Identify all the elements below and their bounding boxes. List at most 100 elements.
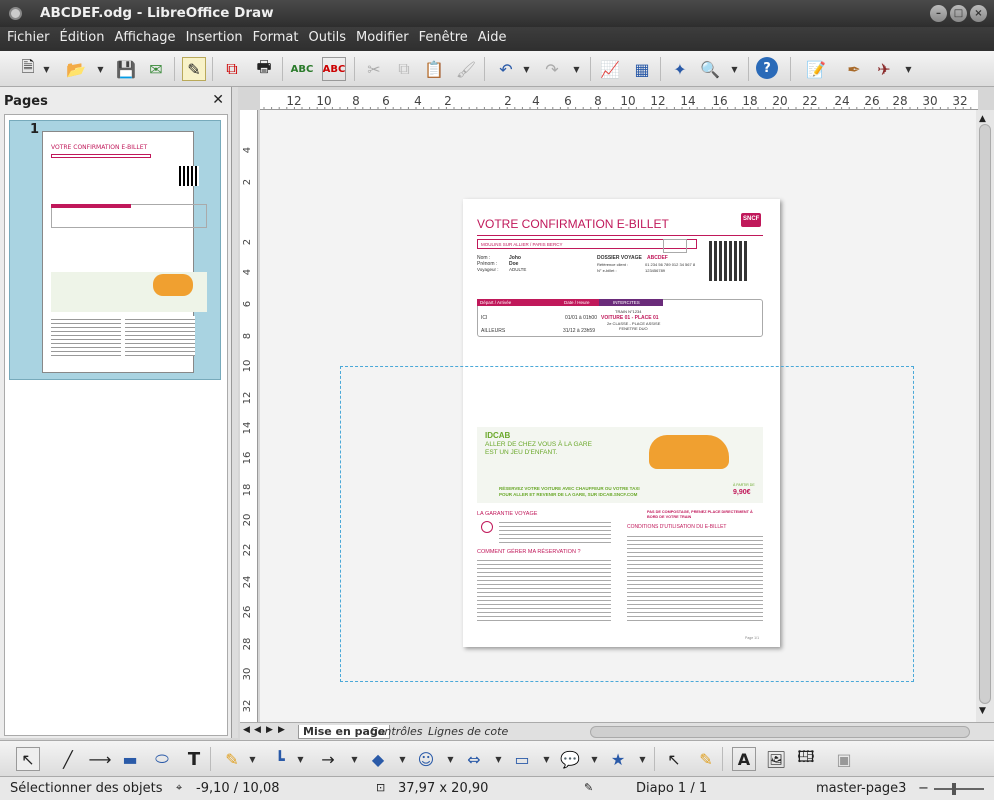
tab-last-icon[interactable]: ▶ — [278, 725, 285, 735]
block-arrows-icon[interactable]: ⇔ — [462, 747, 486, 771]
new-dropdown-icon[interactable]: ▼ — [42, 57, 51, 81]
line-tool-icon[interactable]: ╱ — [56, 747, 80, 771]
pages-list: 1 VOTRE CONFIRMATION E-BILLET — [4, 114, 228, 736]
gallery-icon[interactable]: 🖽 — [794, 747, 818, 771]
menu-fenetre[interactable]: Fenêtre — [414, 27, 473, 51]
zoom-slider[interactable] — [934, 788, 984, 790]
extrusion-toggle-icon[interactable]: ▣ — [832, 747, 856, 771]
save-icon[interactable]: 💾 — [114, 57, 138, 81]
rectangle-icon[interactable]: ▬ — [118, 747, 142, 771]
redo-icon[interactable]: ↷ — [540, 57, 564, 81]
gluepoints-icon[interactable]: ✎ — [694, 747, 718, 771]
export-pdf-icon[interactable]: ⧉ — [220, 57, 244, 81]
undo-icon[interactable]: ↶ — [494, 57, 518, 81]
zoom-out-icon[interactable]: − — [918, 781, 929, 796]
drawing-canvas[interactable]: VOTRE CONFIRMATION E-BILLET SNCF MOULINS… — [260, 110, 976, 722]
callout-icon[interactable]: 💬 — [558, 747, 582, 771]
from-file-icon[interactable]: 🖼 — [764, 747, 788, 771]
scroll-up-icon[interactable]: ▲ — [979, 114, 986, 124]
more-tools-dropdown-icon[interactable]: ▼ — [904, 57, 913, 81]
points-icon[interactable]: ↖ — [662, 747, 686, 771]
text-tool-icon[interactable]: T — [182, 747, 206, 771]
zoom-icon[interactable]: 🔍 — [698, 57, 722, 81]
vertical-scroll-thumb[interactable] — [979, 124, 991, 704]
export-icon[interactable]: ✉ — [144, 57, 168, 81]
menu-outils[interactable]: Outils — [303, 27, 351, 51]
cut-icon[interactable]: ✂ — [362, 57, 386, 81]
callout-dropdown-icon[interactable]: ▼ — [590, 747, 599, 771]
menu-format[interactable]: Format — [248, 27, 304, 51]
menu-modifier[interactable]: Modifier — [351, 27, 414, 51]
open-folder-icon[interactable]: 📂 — [64, 57, 88, 81]
tab-first-icon[interactable]: ◀ — [243, 725, 250, 735]
ruler-tick-label: 26 — [864, 94, 879, 108]
lines-arrows-icon[interactable]: → — [316, 747, 340, 771]
scroll-down-icon[interactable]: ▼ — [979, 706, 986, 716]
menu-insertion[interactable]: Insertion — [181, 27, 248, 51]
zoom-slider-thumb[interactable] — [952, 783, 956, 795]
fontwork-icon[interactable]: A — [732, 747, 756, 771]
curve-dropdown-icon[interactable]: ▼ — [248, 747, 257, 771]
clone-formatting-icon[interactable]: 🖌 — [454, 57, 478, 81]
flowchart-dropdown-icon[interactable]: ▼ — [542, 747, 551, 771]
form-icon[interactable]: 📝 — [804, 57, 828, 81]
autospell-icon[interactable]: ABC — [322, 57, 346, 81]
tab-prev-icon[interactable]: ◀ — [254, 725, 261, 735]
ruler-tick-label: 12 — [286, 94, 301, 108]
print-icon[interactable]: 🖶 — [252, 57, 276, 81]
horizontal-scroll-thumb[interactable] — [590, 726, 970, 738]
zoom-dropdown-icon[interactable]: ▼ — [730, 57, 739, 81]
basic-shapes-icon[interactable]: ✒ — [842, 57, 866, 81]
ellipse-icon[interactable]: ⬭ — [150, 747, 174, 771]
status-master: master-page3 — [816, 781, 907, 796]
menu-fichier[interactable]: Fichier — [2, 27, 55, 51]
tab-lignes-de-cote[interactable]: Lignes de cote — [428, 725, 508, 738]
basic-shapes-tool-icon[interactable]: ◆ — [366, 747, 390, 771]
stars-dropdown-icon[interactable]: ▼ — [638, 747, 647, 771]
table-icon[interactable]: ▦ — [630, 57, 654, 81]
close-window-button[interactable]: × — [970, 5, 987, 22]
page-thumbnail[interactable]: 1 VOTRE CONFIRMATION E-BILLET — [9, 120, 221, 380]
tabs-and-hscroll: ◀ ◀ ▶ ▶ Mise en page Contrôles Lignes de… — [240, 722, 994, 740]
window-title: ABCDEF.odg - LibreOffice Draw — [40, 5, 274, 21]
menu-affichage[interactable]: Affichage — [109, 27, 180, 51]
minimize-button[interactable]: – — [930, 5, 947, 22]
selection-frame[interactable] — [340, 366, 914, 682]
lines-dropdown-icon[interactable]: ▼ — [350, 747, 359, 771]
tab-controles[interactable]: Contrôles — [370, 725, 423, 738]
edit-mode-icon[interactable]: ✎ — [182, 57, 206, 81]
help-icon[interactable]: ? — [756, 57, 778, 79]
curve-icon[interactable]: ✎ — [220, 747, 244, 771]
new-document-icon[interactable]: 🗎 — [16, 57, 40, 81]
connector-icon[interactable]: ┗ — [268, 747, 292, 771]
status-position: -9,10 / 10,08 — [196, 781, 280, 796]
spellcheck-icon[interactable]: ABC — [290, 57, 314, 81]
ruler-tick-label: 16 — [242, 452, 253, 465]
vertical-scrollbar[interactable]: ▲ ▼ — [976, 110, 994, 722]
close-panel-icon[interactable]: ✕ — [212, 92, 224, 108]
undo-dropdown-icon[interactable]: ▼ — [522, 57, 531, 81]
symbol-shapes-icon[interactable]: ☺ — [414, 747, 438, 771]
chart-icon[interactable]: 📈 — [598, 57, 622, 81]
arrows-dropdown-icon[interactable]: ▼ — [494, 747, 503, 771]
doc-modified-icon[interactable]: ✎ — [584, 781, 593, 794]
maximize-button[interactable]: □ — [950, 5, 967, 22]
menu-aide[interactable]: Aide — [473, 27, 512, 51]
paste-icon[interactable]: 📋 — [422, 57, 446, 81]
redo-dropdown-icon[interactable]: ▼ — [572, 57, 581, 81]
stars-icon[interactable]: ★ — [606, 747, 630, 771]
copy-icon[interactable]: ⧉ — [392, 57, 416, 81]
extrusion-icon[interactable]: ✈ — [872, 57, 896, 81]
open-dropdown-icon[interactable]: ▼ — [96, 57, 105, 81]
app-menu-icon[interactable] — [9, 7, 22, 20]
flowchart-icon[interactable]: ▭ — [510, 747, 534, 771]
navigator-icon[interactable]: ✦ — [668, 57, 692, 81]
tab-next-icon[interactable]: ▶ — [266, 725, 273, 735]
menu-edition[interactable]: Édition — [55, 27, 110, 51]
shapes-dropdown-icon[interactable]: ▼ — [398, 747, 407, 771]
panel-splitter[interactable] — [232, 87, 238, 738]
symbol-dropdown-icon[interactable]: ▼ — [446, 747, 455, 771]
connector-dropdown-icon[interactable]: ▼ — [296, 747, 305, 771]
arrow-line-icon[interactable]: ⟶ — [88, 747, 112, 771]
select-arrow-icon[interactable]: ↖ — [16, 747, 40, 771]
